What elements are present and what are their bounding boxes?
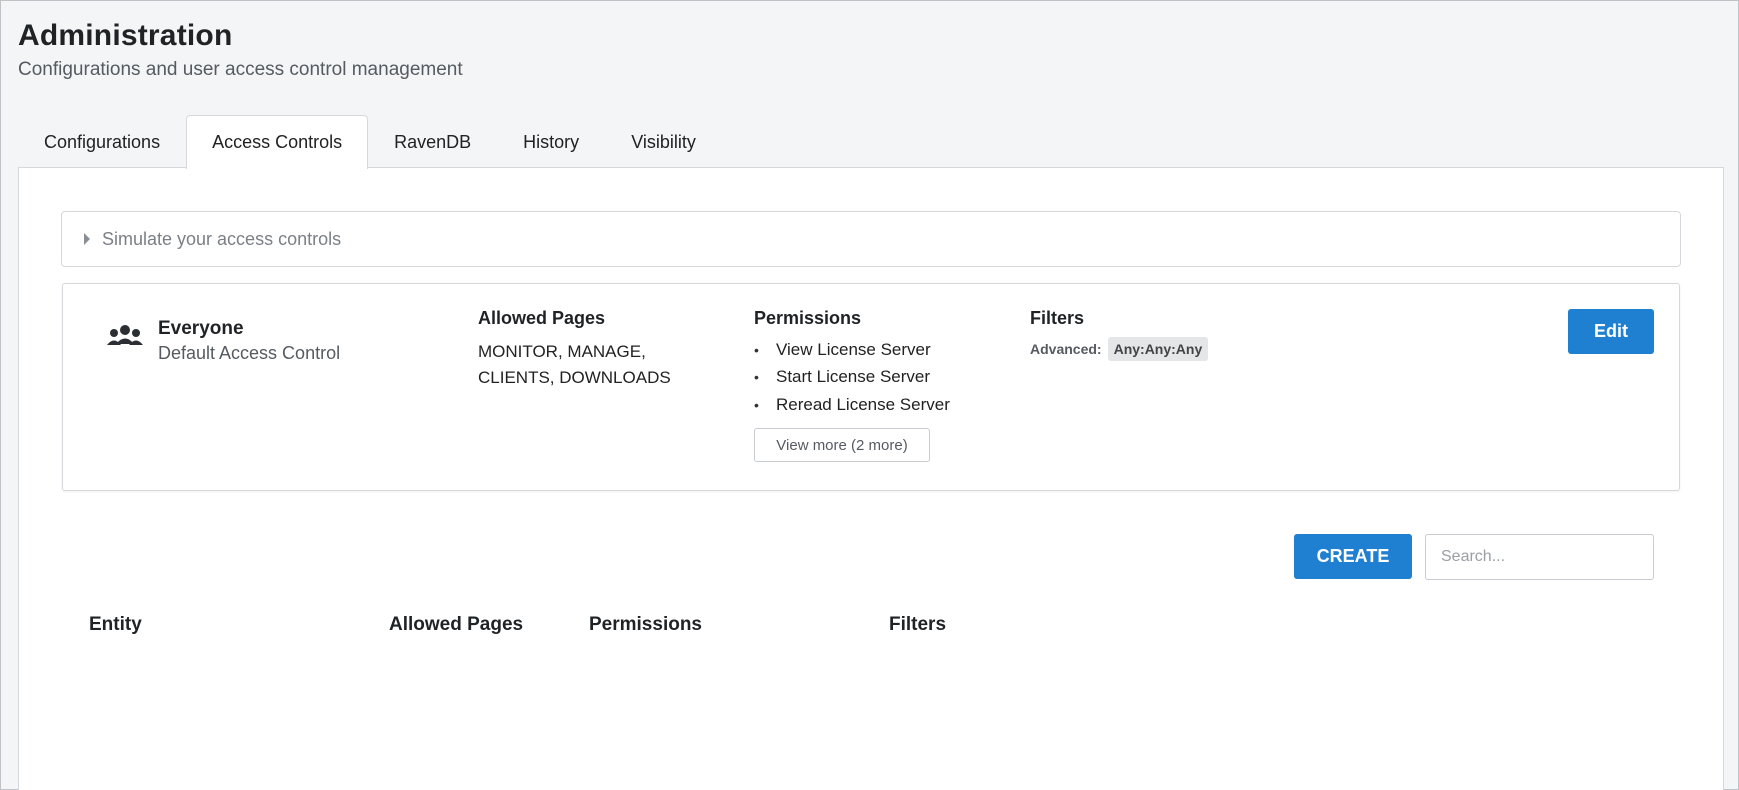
table-header: Entity Allowed Pages Permissions Filters: [19, 614, 1723, 644]
search-input[interactable]: [1425, 534, 1654, 580]
bullet: •: [754, 369, 759, 386]
permission-label: Reread License Server: [776, 394, 950, 414]
filter-value-badge: Any:Any:Any: [1107, 337, 1209, 361]
column-header-permissions[interactable]: Permissions: [589, 614, 702, 636]
permissions-list: • View License Server • Start License Se…: [754, 336, 950, 419]
edit-button[interactable]: Edit: [1568, 309, 1654, 354]
simulate-access-controls-toggle[interactable]: Simulate your access controls: [61, 211, 1681, 267]
list-item: • View License Server: [754, 336, 950, 364]
column-header-allowed-pages[interactable]: Allowed Pages: [389, 614, 523, 636]
tab-configurations[interactable]: Configurations: [18, 115, 186, 168]
list-item: • Reread License Server: [754, 391, 950, 419]
bullet: •: [754, 396, 759, 413]
tab-bar: Configurations Access Controls RavenDB H…: [18, 115, 722, 169]
access-controls-panel: Simulate your access controls Everyone D…: [18, 167, 1724, 790]
allowed-pages-value: MONITOR, MANAGE, CLIENTS, DOWNLOADS: [478, 342, 671, 387]
permission-label: View License Server: [776, 339, 931, 359]
tab-history[interactable]: History: [497, 115, 605, 168]
list-item: • Start License Server: [754, 364, 950, 392]
column-header-entity[interactable]: Entity: [89, 614, 142, 636]
users-group-icon: [107, 325, 143, 345]
filter-row: Advanced: Any:Any:Any: [1030, 337, 1209, 361]
page-subtitle: Configurations and user access control m…: [18, 59, 463, 80]
bullet: •: [754, 341, 759, 358]
filter-key: Advanced:: [1030, 341, 1102, 357]
create-button[interactable]: CREATE: [1294, 534, 1412, 579]
access-control-card: Everyone Default Access Control Allowed …: [62, 283, 1680, 491]
view-more-button[interactable]: View more (2 more): [754, 428, 930, 462]
tab-visibility[interactable]: Visibility: [605, 115, 722, 168]
permissions-title: Permissions: [754, 308, 862, 328]
page-header: Administration Configurations and user a…: [18, 19, 463, 81]
column-header-filters[interactable]: Filters: [889, 614, 946, 636]
caret-right-icon: [84, 233, 90, 245]
permission-label: Start License Server: [776, 367, 931, 387]
tab-access-controls[interactable]: Access Controls: [186, 115, 369, 169]
entity-description: Default Access Control: [158, 343, 341, 363]
filters-title: Filters: [1030, 308, 1085, 328]
allowed-pages-title: Allowed Pages: [478, 308, 606, 328]
entity-name: Everyone: [158, 318, 244, 339]
simulate-label: Simulate your access controls: [102, 228, 342, 249]
tab-ravendb[interactable]: RavenDB: [368, 115, 497, 168]
page-title: Administration: [18, 19, 233, 52]
